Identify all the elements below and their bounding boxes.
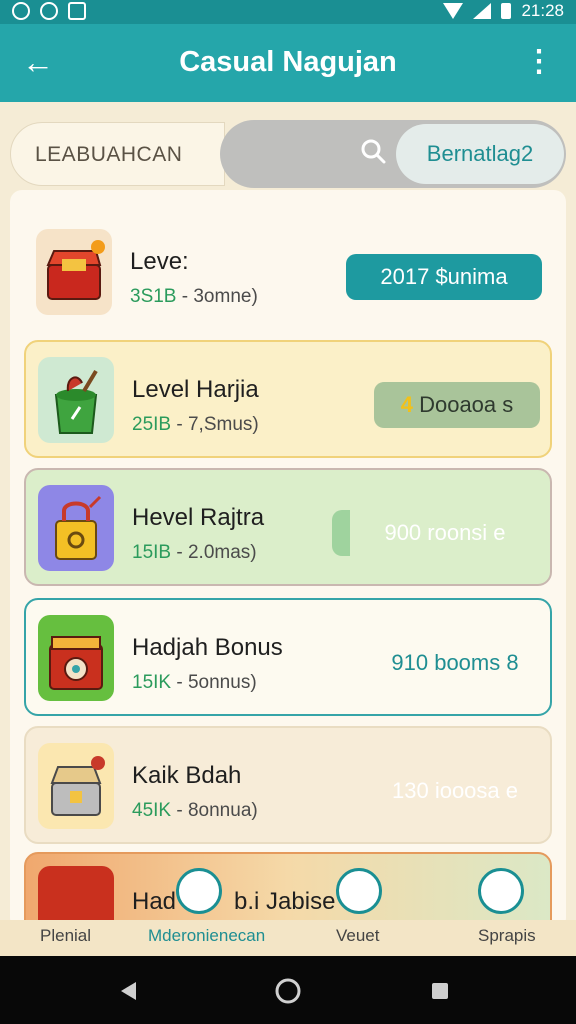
home-nav-button-icon[interactable] bbox=[274, 977, 302, 1005]
reward-button[interactable]: 900 roonsi e bbox=[332, 510, 540, 556]
treasure-chest-icon bbox=[36, 229, 112, 315]
image-icon bbox=[68, 2, 86, 20]
item-subtitle: 25IB - 7,Smus) bbox=[132, 414, 259, 435]
nav-item-veuet[interactable]: Veuet bbox=[336, 926, 380, 946]
lock-bag-icon bbox=[38, 485, 114, 571]
clock: 21:28 bbox=[521, 1, 564, 20]
wifi-icon bbox=[443, 3, 464, 19]
list-item[interactable]: Hadjah Bonus 15IK - 5onnus) 910 booms 8 bbox=[24, 598, 552, 716]
item-subtitle: 15IK - 5onnus) bbox=[132, 672, 257, 693]
compass-nav-icon[interactable] bbox=[478, 868, 524, 914]
tab-right[interactable]: Bernatlag2 bbox=[396, 124, 564, 184]
search-pill[interactable]: Bernatlag2 bbox=[220, 120, 566, 188]
reward-button[interactable]: 130 iooosa e bbox=[370, 768, 540, 814]
battery-icon bbox=[501, 3, 512, 19]
item-title: Leve: bbox=[130, 248, 189, 275]
item-title: Hevel Rajtra bbox=[132, 504, 265, 531]
list-item[interactable]: Kaik Bdah 45IK - 8onnua) 130 iooosa e bbox=[24, 726, 552, 844]
item-title: Level Harjia bbox=[132, 376, 259, 403]
back-nav-icon[interactable] bbox=[118, 980, 140, 1002]
nav-item-mderonienecan[interactable]: Mderonienecan bbox=[148, 926, 265, 946]
list-item[interactable]: Had b.i Jabise bbox=[24, 852, 552, 930]
signal-icon bbox=[473, 3, 492, 19]
claim-button[interactable]: 2017 $unima bbox=[346, 254, 542, 300]
list-item[interactable]: Leve: 3S1B - 3omne) 2017 $unima bbox=[24, 214, 552, 332]
bottom-navigation: Plenial Mderonienecan Veuet Sprapis bbox=[0, 920, 576, 956]
list-item[interactable]: Level Harjia 25IB - 7,Smus) 4 Dooaoa s bbox=[24, 340, 552, 458]
overflow-menu-icon[interactable]: ⋮ bbox=[524, 44, 554, 80]
status-bar: 21:28 bbox=[0, 0, 576, 24]
notification-icon bbox=[12, 2, 30, 20]
item-title: Kaik Bdah bbox=[132, 762, 242, 789]
search-icon[interactable] bbox=[360, 138, 386, 164]
list-item[interactable]: Hevel Rajtra 15IB - 2.0mas) 900 roonsi e bbox=[24, 468, 552, 586]
reward-button[interactable]: 910 booms 8 bbox=[370, 640, 540, 686]
page-title: Casual Nagujan bbox=[179, 46, 397, 78]
item-title: Had b.i Jabise bbox=[132, 888, 336, 915]
system-nav-bar bbox=[0, 956, 576, 1024]
bucket-icon bbox=[38, 357, 114, 443]
nav-item-sprapis[interactable]: Sprapis bbox=[478, 926, 536, 946]
list-panel: Leve: 3S1B - 3omne) 2017 $unima Level Ha… bbox=[10, 190, 566, 930]
item-subtitle: 15IB - 2.0mas) bbox=[132, 542, 257, 563]
item-subtitle: 3S1B - 3omne) bbox=[130, 286, 258, 307]
reward-button[interactable]: 4 Dooaoa s bbox=[374, 382, 540, 428]
tab-bar: LEABUAHCAN Bernatlag2 bbox=[10, 120, 566, 188]
tab-leaderboard[interactable]: LEABUAHCAN bbox=[10, 122, 225, 186]
shield-nav-icon[interactable] bbox=[336, 868, 382, 914]
gift-box-icon bbox=[38, 615, 114, 701]
chest-icon bbox=[38, 743, 114, 829]
item-subtitle: 45IK - 8onnua) bbox=[132, 800, 258, 821]
app-bar: ← Casual Nagujan ⋮ bbox=[0, 24, 576, 102]
notification-icon bbox=[40, 2, 58, 20]
recents-nav-icon[interactable] bbox=[430, 981, 450, 1001]
item-title: Hadjah Bonus bbox=[132, 634, 283, 661]
nav-item-plenial[interactable]: Plenial bbox=[40, 926, 91, 946]
home-nav-icon[interactable] bbox=[176, 868, 222, 914]
